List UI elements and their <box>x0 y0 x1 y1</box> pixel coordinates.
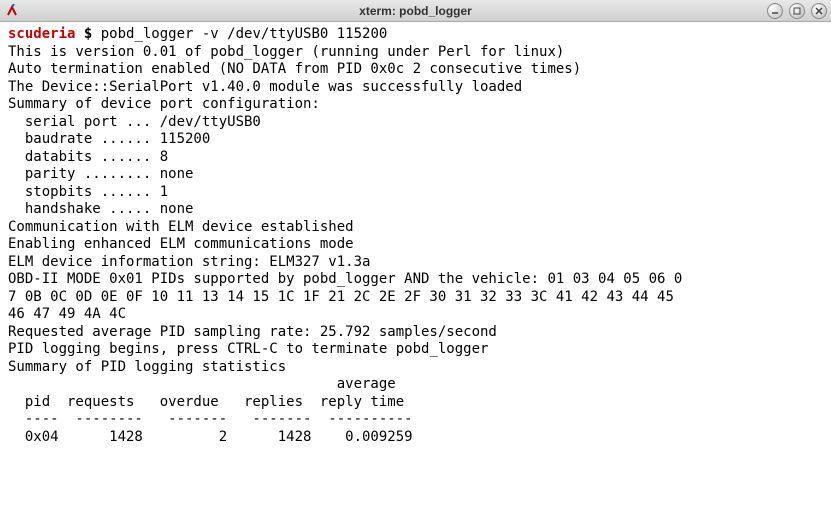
app-icon <box>4 3 20 19</box>
output-line: OBD-II MODE 0x01 PIDs supported by pobd_… <box>8 271 682 287</box>
output-line: stopbits ...... 1 <box>8 184 168 200</box>
prompt-host: scuderia <box>8 26 75 42</box>
table-header: average <box>8 376 396 392</box>
output-line: Requested average PID sampling rate: 25.… <box>8 324 497 340</box>
prompt-separator: $ <box>75 26 100 42</box>
output-line: Summary of device port configuration: <box>8 96 320 112</box>
output-line: parity ........ none <box>8 166 193 182</box>
table-separator: ---- -------- ------- ------- ---------- <box>8 411 413 427</box>
output-line: serial port ... /dev/ttyUSB0 <box>8 114 261 130</box>
output-line: baudrate ...... 115200 <box>8 131 210 147</box>
output-line: Summary of PID logging statistics <box>8 359 286 375</box>
maximize-button[interactable] <box>789 3 805 19</box>
output-line: handshake ..... none <box>8 201 193 217</box>
terminal-output[interactable]: scuderia $ pobd_logger -v /dev/ttyUSB0 1… <box>0 22 831 517</box>
window-controls <box>767 3 827 19</box>
output-line: 7 0B 0C 0D 0E 0F 10 11 13 14 15 1C 1F 21… <box>8 289 682 305</box>
output-line: The Device::SerialPort v1.40.0 module wa… <box>8 79 522 95</box>
output-line: Enabling enhanced ELM communications mod… <box>8 236 354 252</box>
output-line: databits ...... 8 <box>8 149 168 165</box>
minimize-button[interactable] <box>767 3 783 19</box>
table-header: pid requests overdue replies reply time <box>8 394 404 410</box>
output-line: PID logging begins, press CTRL-C to term… <box>8 341 488 357</box>
command-text: pobd_logger -v /dev/ttyUSB0 115200 <box>101 26 388 42</box>
output-line: Communication with ELM device establishe… <box>8 219 354 235</box>
output-line: This is version 0.01 of pobd_logger (run… <box>8 44 564 60</box>
window-title: xterm: pobd_logger <box>359 4 472 18</box>
window-titlebar: xterm: pobd_logger <box>0 0 831 22</box>
output-line: 46 47 49 4A 4C <box>8 306 126 322</box>
output-line: Auto termination enabled (NO DATA from P… <box>8 61 581 77</box>
close-button[interactable] <box>811 3 827 19</box>
output-line: ELM device information string: ELM327 v1… <box>8 254 370 270</box>
table-row: 0x04 1428 2 1428 0.009259 <box>8 429 413 445</box>
